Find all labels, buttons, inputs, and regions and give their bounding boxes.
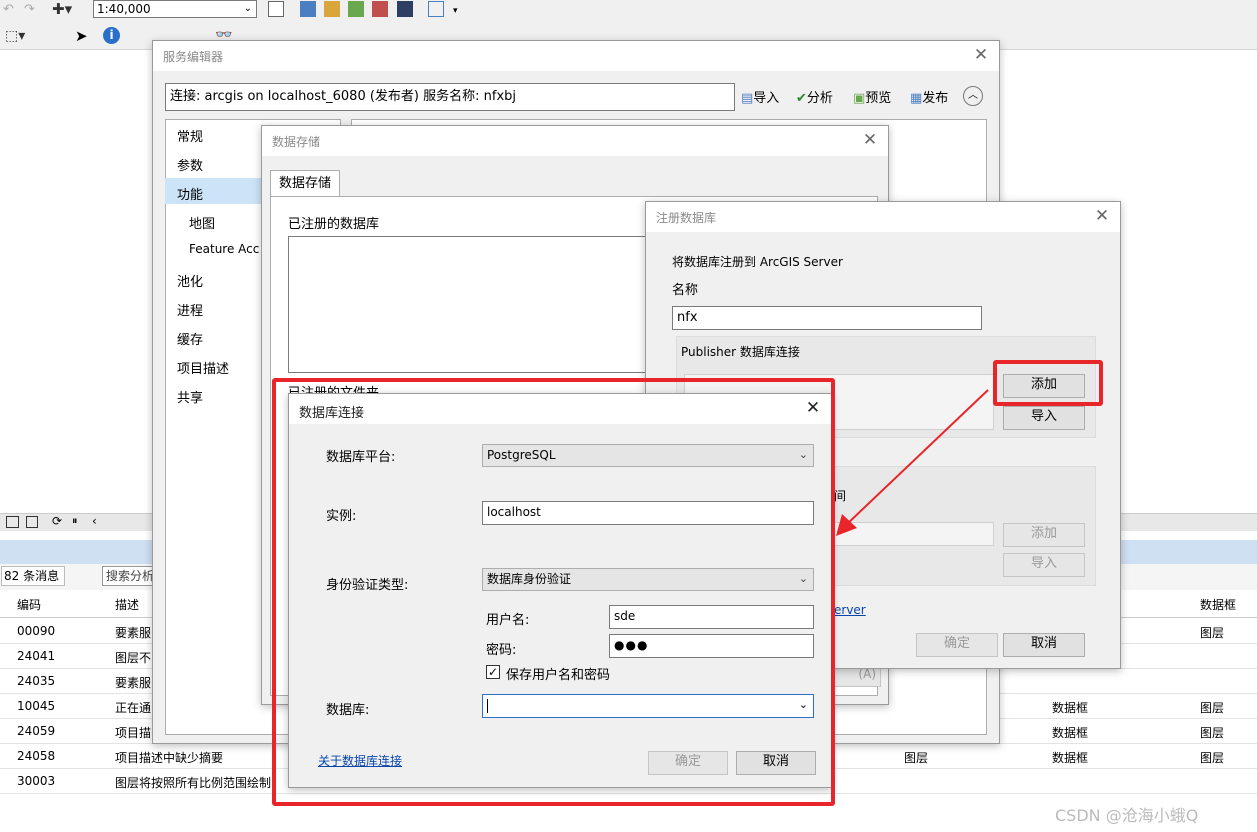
watermark: CSDN @沧海小蛾Q: [1055, 806, 1199, 825]
annotation-arrow: [836, 389, 989, 536]
